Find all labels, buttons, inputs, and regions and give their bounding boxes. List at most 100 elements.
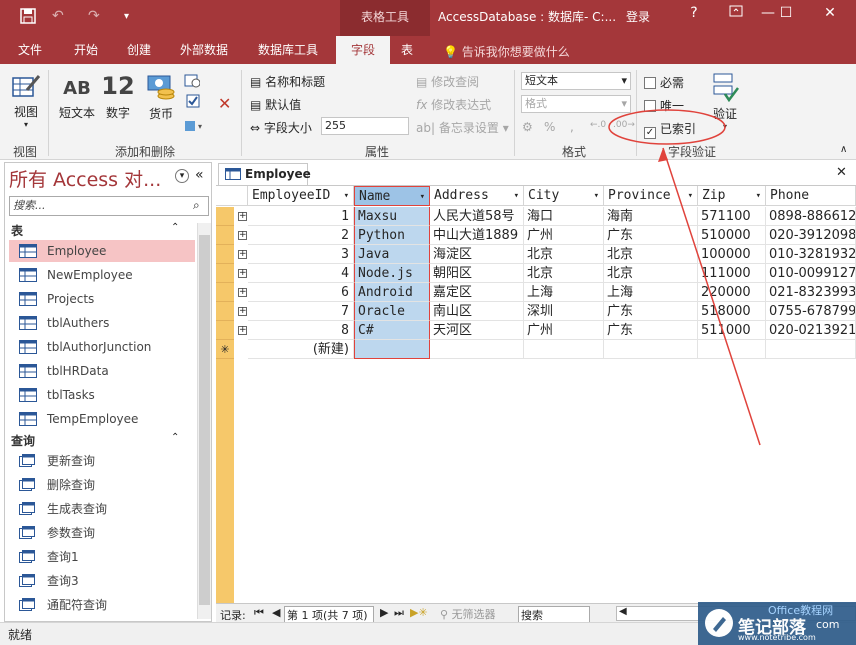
percent-format-button[interactable]: % (544, 120, 555, 134)
record-selector[interactable] (216, 321, 234, 340)
expand-subdatasheet-icon[interactable]: + (238, 212, 247, 221)
table-cell[interactable]: 人民大道58号 (430, 207, 524, 226)
chevron-down-icon[interactable]: ▾ (756, 186, 761, 205)
collapse-icon[interactable]: ⌃ (171, 432, 179, 443)
increase-decimals-icon[interactable]: ←.0 (590, 120, 606, 130)
column-header-address[interactable]: Address ▾ (430, 186, 524, 206)
table-cell[interactable]: 1 (248, 207, 354, 226)
table-cell[interactable]: 020-3912098 (766, 226, 856, 245)
table-cell[interactable]: 海南 (604, 207, 698, 226)
chevron-down-icon[interactable]: ▾ (514, 186, 519, 205)
table-cell[interactable]: 上海 (524, 283, 604, 302)
collapse-ribbon-icon[interactable]: ∧ (840, 144, 847, 155)
nav-scrollbar[interactable] (197, 223, 211, 619)
nav-table-tbltasks[interactable]: tblTasks (9, 384, 195, 406)
expand-subdatasheet-icon[interactable]: + (238, 269, 247, 278)
table-cell[interactable]: 朝阳区 (430, 264, 524, 283)
close-window-button[interactable]: ✕ (814, 5, 846, 21)
tab-fields[interactable]: 字段 (336, 36, 390, 64)
new-record-cell[interactable]: (新建) (248, 340, 354, 359)
chevron-down-icon[interactable]: ▾ (344, 186, 349, 205)
table-cell[interactable]: Android (354, 283, 430, 302)
table-cell[interactable]: 511000 (698, 321, 766, 340)
tab-file[interactable]: 文件 (18, 41, 42, 58)
comma-format-button[interactable]: , (570, 120, 574, 134)
number-button[interactable]: 12 数字 (100, 72, 136, 121)
new-record-cell[interactable] (430, 340, 524, 359)
table-cell[interactable]: C# (354, 321, 430, 340)
column-header-employeeid[interactable]: EmployeeID ▾ (248, 186, 354, 206)
table-cell[interactable]: 上海 (604, 283, 698, 302)
nav-table-newemployee[interactable]: NewEmployee (9, 264, 195, 286)
tell-me-box[interactable]: 💡 告诉我你想要做什么 (443, 43, 570, 60)
tab-employee[interactable]: Employee (218, 163, 311, 185)
column-header-phone[interactable]: Phone (766, 186, 856, 206)
table-cell[interactable]: 010-0099127 (766, 264, 856, 283)
more-fields-icon[interactable]: ▾ (184, 119, 206, 136)
unique-checkbox[interactable]: 唯一 (644, 97, 684, 114)
table-cell[interactable]: 广东 (604, 226, 698, 245)
new-record-cell[interactable] (354, 340, 430, 359)
table-cell[interactable]: 广州 (524, 226, 604, 245)
table-cell[interactable]: 深圳 (524, 302, 604, 321)
table-cell[interactable]: 8 (248, 321, 354, 340)
shutter-bar-icon[interactable]: « (195, 167, 204, 183)
undo-icon[interactable]: ↶ (52, 8, 64, 24)
column-header-zip[interactable]: Zip ▾ (698, 186, 766, 206)
nav-query-7[interactable]: 通配符查询 (9, 594, 195, 616)
nav-menu-icon[interactable]: ▾ (175, 169, 189, 183)
record-selector[interactable] (216, 264, 234, 283)
select-all-corner[interactable] (216, 186, 248, 206)
table-cell[interactable]: 海口 (524, 207, 604, 226)
next-record-icon[interactable]: ▶ (380, 606, 388, 619)
table-cell[interactable]: 广东 (604, 302, 698, 321)
tables-section-header[interactable]: 表 (11, 222, 23, 239)
indexed-checkbox[interactable]: ✓ 已索引 (644, 120, 696, 139)
close-tab-icon[interactable]: ✕ (836, 165, 847, 180)
nav-query-4[interactable]: 参数查询 (9, 522, 195, 544)
last-record-icon[interactable]: ⏭ (394, 606, 404, 620)
format-select[interactable]: 格式 ▾ (521, 95, 631, 113)
required-checkbox[interactable]: 必需 (644, 74, 684, 91)
table-cell[interactable]: 571100 (698, 207, 766, 226)
column-header-city[interactable]: City ▾ (524, 186, 604, 206)
nav-query-2[interactable]: 删除查询 (9, 474, 195, 496)
table-cell[interactable]: 0755-678799 (766, 302, 856, 321)
table-cell[interactable]: 广州 (524, 321, 604, 340)
nav-query-1[interactable]: 更新查询 (9, 450, 195, 472)
view-button[interactable]: 视图 ▾ (8, 72, 44, 129)
table-cell[interactable]: 020-0213921 (766, 321, 856, 340)
table-cell[interactable]: Node.js (354, 264, 430, 283)
yes-no-icon[interactable] (186, 94, 200, 111)
nav-table-tblauthers[interactable]: tblAuthers (9, 312, 195, 334)
scroll-left-icon[interactable]: ◀ (619, 606, 627, 617)
name-caption-button[interactable]: ▤ 名称和标题 (250, 73, 325, 90)
validation-button[interactable]: 验证 ▾ (707, 72, 743, 131)
table-cell[interactable]: Python (354, 226, 430, 245)
nav-search-input[interactable]: 搜索... (9, 196, 209, 216)
login-link[interactable]: 登录 (626, 8, 650, 25)
date-time-icon[interactable] (184, 72, 201, 91)
delete-field-icon[interactable]: ✕ (218, 94, 231, 113)
expand-subdatasheet-icon[interactable]: + (238, 326, 247, 335)
expand-subdatasheet-icon[interactable]: + (238, 250, 247, 259)
tab-create[interactable]: 创建 (127, 41, 151, 58)
prev-record-icon[interactable]: ◀ (272, 606, 280, 619)
expand-subdatasheet-icon[interactable]: + (238, 288, 247, 297)
new-record-cell[interactable] (698, 340, 766, 359)
help-button[interactable]: ? (678, 5, 710, 21)
table-cell[interactable]: 220000 (698, 283, 766, 302)
chevron-down-icon[interactable]: ▾ (420, 187, 425, 205)
new-record-cell[interactable] (524, 340, 604, 359)
table-cell[interactable]: 6 (248, 283, 354, 302)
restore-button[interactable]: ☐ (770, 5, 802, 21)
table-cell[interactable]: 3 (248, 245, 354, 264)
new-record-selector[interactable]: ✳ (216, 340, 234, 359)
nav-scroll-thumb[interactable] (199, 235, 210, 605)
tab-database-tools[interactable]: 数据库工具 (258, 41, 318, 58)
table-cell[interactable]: 南山区 (430, 302, 524, 321)
redo-icon[interactable]: ↷ (88, 8, 100, 24)
customize-toolbar-icon[interactable]: ▾ (124, 11, 129, 22)
table-cell[interactable]: 010-3281932 (766, 245, 856, 264)
table-cell[interactable]: 111000 (698, 264, 766, 283)
